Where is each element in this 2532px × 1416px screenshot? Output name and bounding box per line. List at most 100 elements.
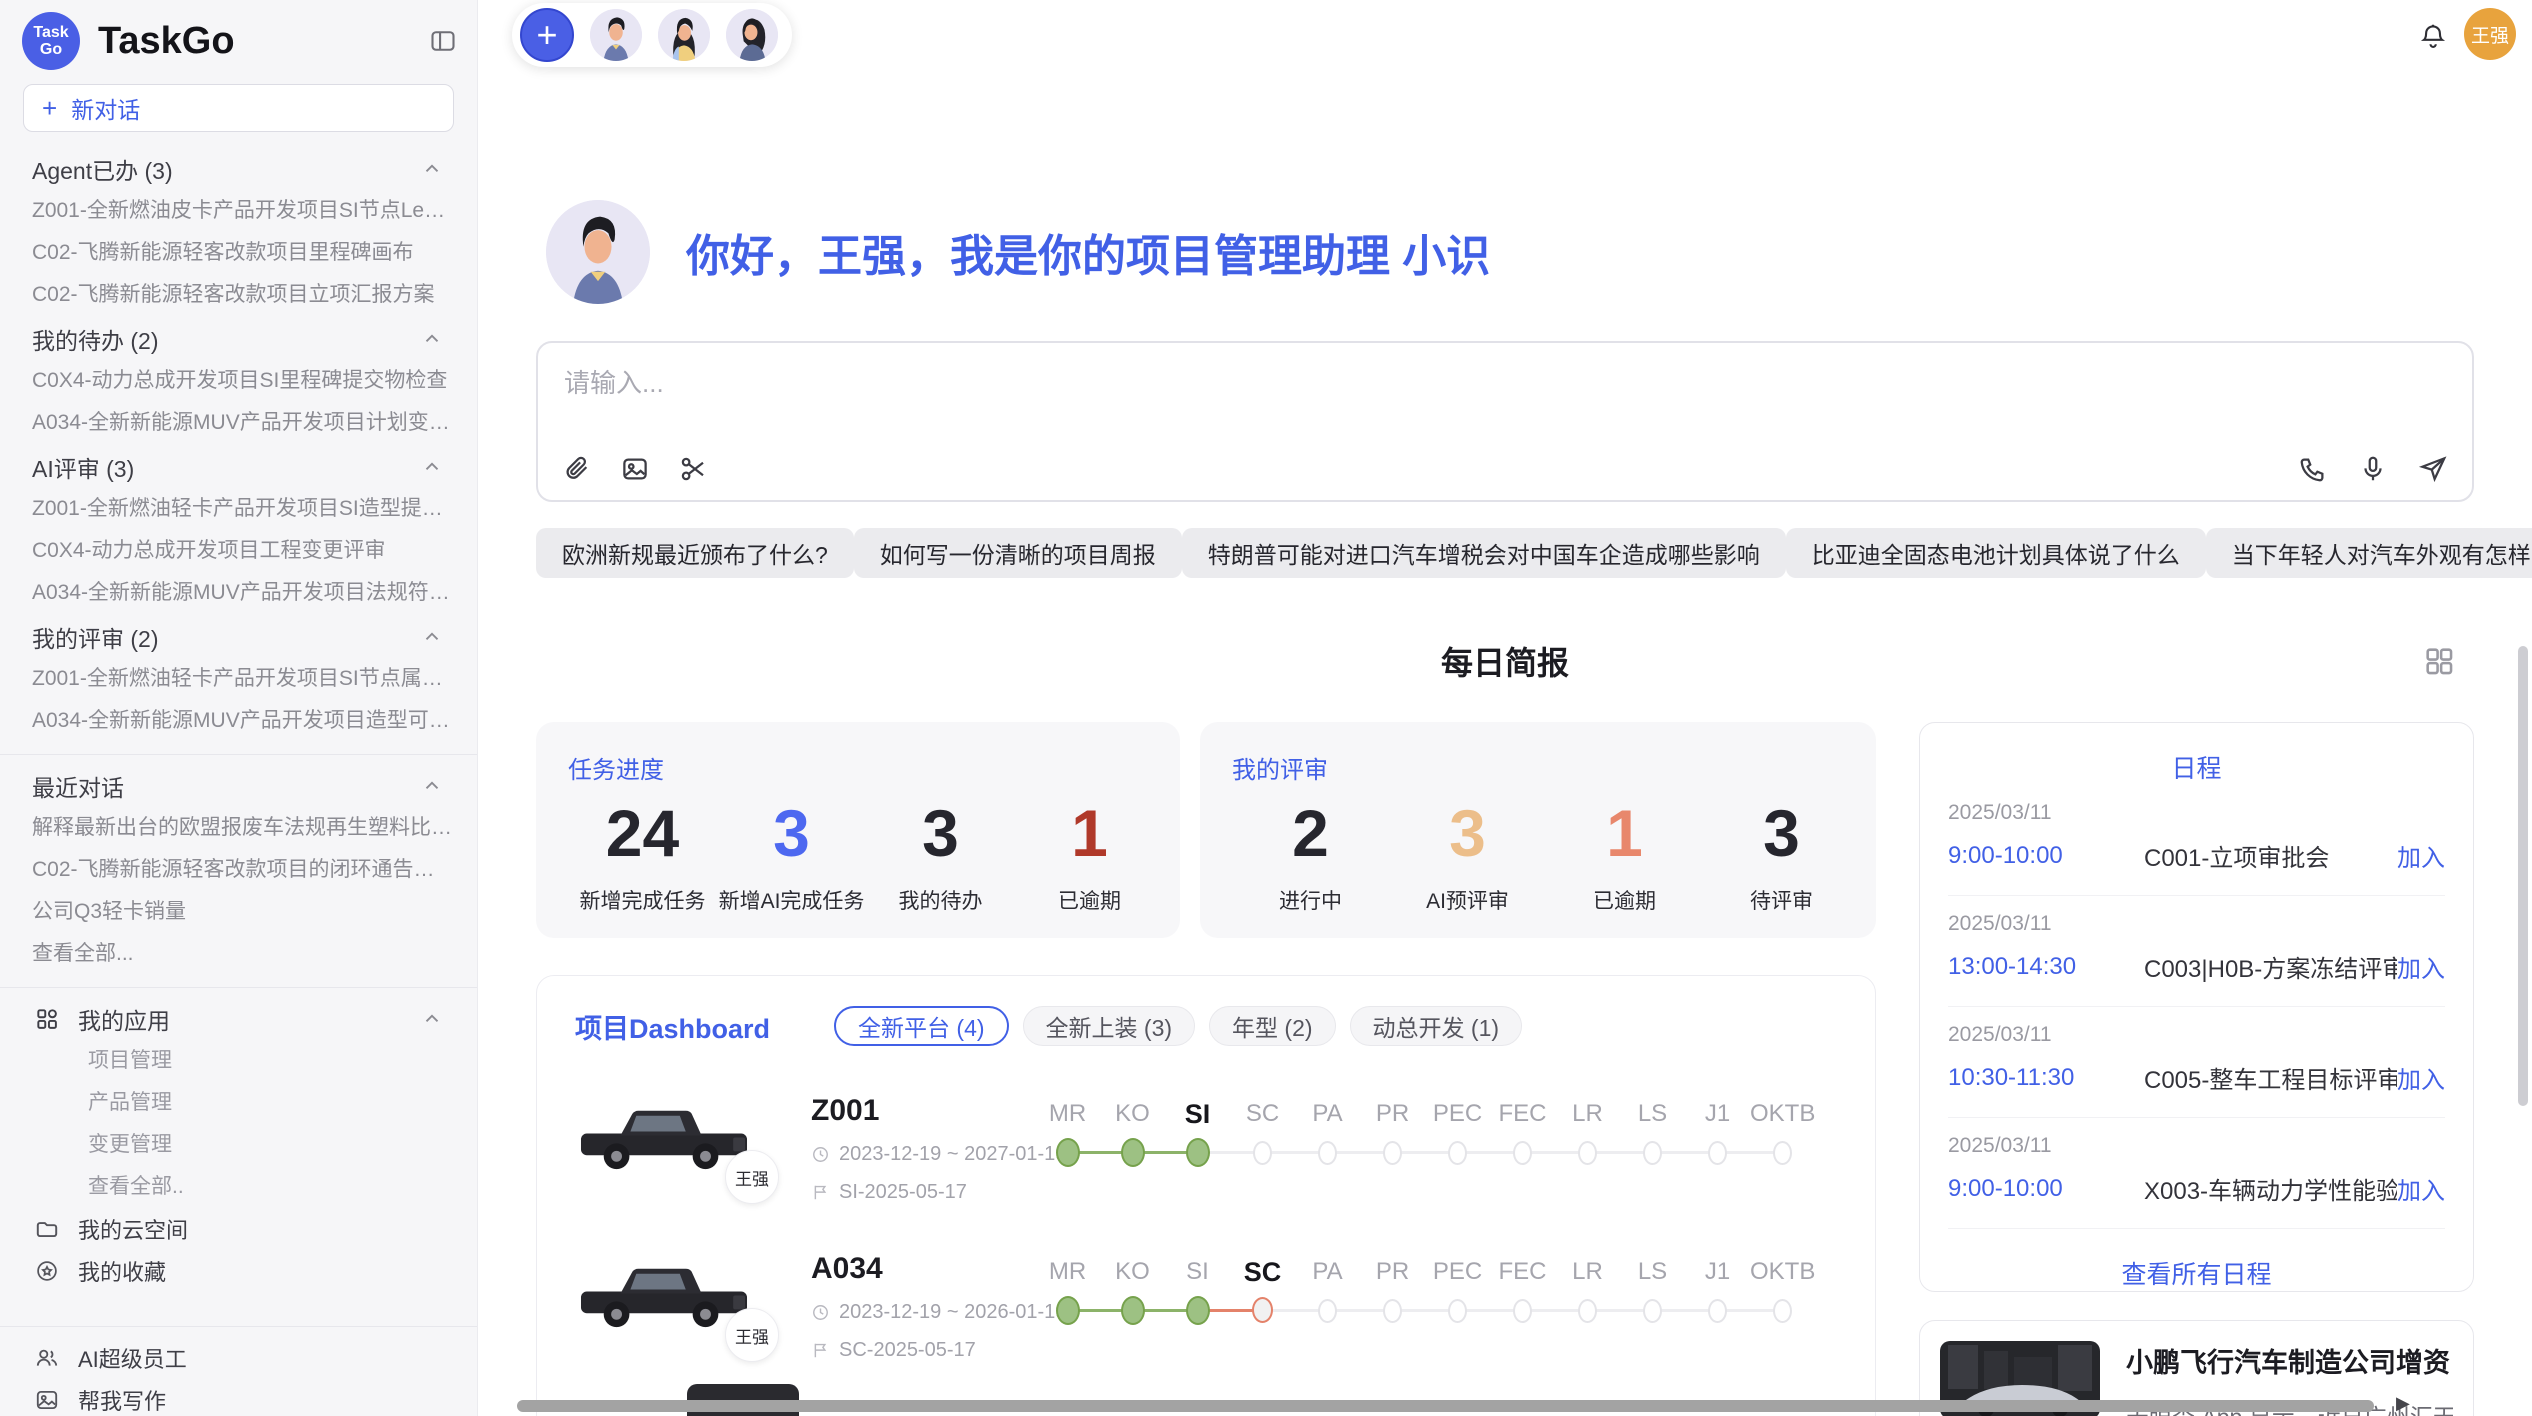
collapse-sidebar-icon[interactable] [429,27,457,55]
sidebar-item-ai-super-staff[interactable]: AI超级员工 [0,1337,477,1379]
join-button[interactable]: 加入 [2397,949,2445,984]
main-area: + 王强 你好，王强，我是你的项目管理助理 小识 请输入.. [478,0,2532,1416]
stat-label: 进行中 [1232,885,1389,915]
logo-line1: Task [33,24,68,41]
event-row: 9:00-10:00X003-车辆动力学性能验...加入 [1948,1171,2445,1206]
sidebar-app-items: 项目管理产品管理变更管理查看全部.. [0,1040,477,1208]
chevron-up-icon[interactable] [421,328,443,350]
suggestion-chip[interactable]: 当下年轻人对汽车外观有怎样的喜好趋势 [2206,528,2532,578]
sidebar-list-item[interactable]: Z001-全新燃油轻卡产品开发项目SI造型提交物评审 [0,488,477,530]
project-row[interactable]: 王强A0342023-12-19 ~ 2026-01-19SC-2025-05-… [575,1252,1837,1362]
stat-card-title: 任务进度 [568,750,1164,785]
suggestion-chip[interactable]: 比亚迪全固态电池计划具体说了什么 [1786,528,2206,578]
sidebar-divider [0,987,477,988]
stat-label: 待评审 [1703,885,1860,915]
sidebar-section-header[interactable]: Agent已办 (3) [0,148,477,190]
event-row: 10:30-11:30C005-整车工程目标评审加入 [1948,1060,2445,1095]
sidebar-item-cloud-space[interactable]: 我的云空间 [0,1208,477,1250]
milestone-dot [1383,1141,1402,1165]
stat-value: 2 [1232,793,1389,873]
sidebar-list-item[interactable]: C0X4-动力总成开发项目工程变更评审 [0,530,477,572]
sidebar-item-help-me-write[interactable]: 帮我写作 [0,1379,477,1416]
stat-cell: 1已逾期 [1546,793,1703,915]
sidebar-list-item[interactable]: C02-飞腾新能源轻客改款项目的闭环通告反馈情况 [0,849,477,891]
chevron-up-icon[interactable] [421,775,443,797]
sidebar-app-item[interactable]: 查看全部.. [0,1166,477,1208]
milestone-labels: MRKOSISCPAPRPECFECLRLSJ1OKTB [1035,1094,1815,1134]
dashboard-tab[interactable]: 全新上装 (3) [1023,1006,1196,1046]
suggestion-chip[interactable]: 欧洲新规最近颁布了什么? [536,528,854,578]
new-chat-button[interactable]: + 新对话 [23,84,454,132]
section-label: Agent已办 (3) [32,152,173,186]
chevron-up-icon[interactable] [421,456,443,478]
sidebar-app-item[interactable]: 项目管理 [0,1040,477,1082]
sidebar-item-my-apps[interactable]: 我的应用 [0,998,477,1040]
join-button[interactable]: 加入 [2397,1060,2445,1095]
sidebar-list-item[interactable]: 公司Q3轻卡销量 [0,891,477,933]
event-date: 2025/03/11 [1948,1134,2445,1158]
sidebar-section-header[interactable]: AI评审 (3) [0,446,477,488]
dashboard-tab[interactable]: 全新平台 (4) [834,1006,1009,1046]
join-button[interactable]: 加入 [2397,838,2445,873]
sidebar-divider [0,1326,477,1327]
sidebar-list-item[interactable]: A034-全新新能源MUV产品开发项目法规符合性评审 [0,572,477,614]
dates-text: 2023-12-19 ~ 2026-01-19 [839,1301,1066,1324]
sidebar-section-header[interactable]: 最近对话 [0,765,477,807]
send-icon[interactable] [2418,454,2448,484]
join-button[interactable]: 加入 [2397,1171,2445,1206]
attachment-icon[interactable] [562,454,592,484]
sidebar-list-item[interactable]: Z001-全新燃油皮卡产品开发项目SI节点Lesson Learn报告 [0,190,477,232]
chat-input[interactable]: 请输入... [536,341,2474,502]
milestone-dot [1708,1141,1727,1165]
sidebar-list-item[interactable]: A034-全新新能源MUV产品开发项目计划变更表编写 [0,402,477,444]
milestone-label: LS [1620,1100,1685,1128]
suggestion-chip[interactable]: 如何写一份清晰的项目周报 [854,528,1182,578]
milestone-dot [1513,1141,1532,1165]
layout-grid-icon[interactable] [2422,644,2456,678]
view-all-schedule-link[interactable]: 查看所有日程 [1948,1255,2445,1291]
sidebar-list-item[interactable]: A034-全新新能源MUV产品开发项目造型可行性评审 [0,700,477,742]
sidebar-app-item[interactable]: 产品管理 [0,1082,477,1124]
milestone-label: J1 [1685,1258,1750,1286]
sidebar-list-item[interactable]: 解释最新出台的欧盟报废车法规再生塑料比例被调至15%... [0,807,477,849]
sidebar-item-favorites[interactable]: 我的收藏 [0,1250,477,1292]
sidebar-list-item[interactable]: C02-飞腾新能源轻客改款项目立项汇报方案 [0,274,477,316]
schedule-event: 2025/03/1113:00-14:30C003|H0B-方案冻结评审加入 [1948,896,2445,1007]
stat-label: 已逾期 [1546,885,1703,915]
chevron-up-icon[interactable] [421,626,443,648]
input-right-icons [2298,454,2448,484]
sidebar-section-header[interactable]: 我的待办 (2) [0,318,477,360]
chevron-up-icon[interactable] [421,1008,443,1030]
sidebar-list-item[interactable]: C02-飞腾新能源轻客改款项目里程碑画布 [0,232,477,274]
stat-cell: 3我的待办 [866,793,1015,915]
milestone-label: PA [1295,1100,1360,1128]
sidebar-list-item[interactable]: Z001-全新燃油轻卡产品开发项目SI节点属性5D文件评审 [0,658,477,700]
project-row[interactable]: 王强 Z0012023-12-19 ~ 2027-01-19SI-2025-05-… [575,1094,1837,1204]
milestone-dot [1383,1299,1402,1323]
event-date: 2025/03/11 [1948,1023,2445,1047]
voice-call-icon[interactable] [2298,454,2328,484]
sidebar-list-item[interactable]: 查看全部... [0,933,477,975]
microphone-icon[interactable] [2358,454,2388,484]
project-info: Z0012023-12-19 ~ 2027-01-19SI-2025-05-17 [811,1094,1019,1204]
chevron-up-icon[interactable] [421,158,443,180]
stats-row: 任务进度24新增完成任务3新增AI完成任务3我的待办1已逾期我的评审2进行中3A… [536,722,1876,938]
sidebar-section-header[interactable]: 我的评审 (2) [0,616,477,658]
suggestion-chip[interactable]: 特朗普可能对进口汽车增税会对中国车企造成哪些影响 [1182,528,1786,578]
sidebar-list-item[interactable]: C0X4-动力总成开发项目SI里程碑提交物检查 [0,360,477,402]
dashboard-tab[interactable]: 动总开发 (1) [1350,1006,1523,1046]
image-upload-icon[interactable] [620,454,650,484]
clock-icon [811,1303,830,1322]
stat-cell: 24新增完成任务 [568,793,717,915]
event-time: 9:00-10:00 [1948,842,2116,870]
new-chat-label: 新对话 [71,91,140,125]
project-image: 王强 [575,1094,753,1190]
vertical-scrollbar[interactable] [2518,646,2528,1106]
project-dates: 2023-12-19 ~ 2026-01-19 [811,1301,1019,1324]
sidebar-app-item[interactable]: 变更管理 [0,1124,477,1166]
scissors-icon[interactable] [678,454,708,484]
schedule-card: 日程 2025/03/119:00-10:00C001-立项审批会加入2025/… [1919,722,2474,1292]
horizontal-scrollbar[interactable] [517,1400,2374,1412]
dashboard-tab[interactable]: 年型 (2) [1209,1006,1336,1046]
stat-grid: 2进行中3AI预评审1已逾期3待评审 [1232,793,1860,915]
